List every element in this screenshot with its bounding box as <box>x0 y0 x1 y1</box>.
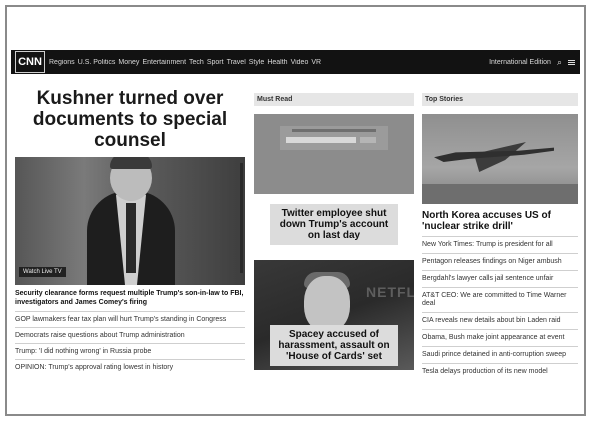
nav-links: Regions U.S. Politics Money Entertainmen… <box>49 59 379 66</box>
list-item[interactable]: Bergdahl's lawyer calls jail sentence un… <box>422 270 578 287</box>
search-icon[interactable]: ⌕ <box>557 57 562 68</box>
section-label: Top Stories <box>422 93 578 106</box>
section-label: Must Read <box>254 93 414 106</box>
plane-image[interactable] <box>422 114 578 204</box>
lead-caption[interactable]: Security clearance forms request multipl… <box>15 289 245 307</box>
nav-link[interactable]: Tech <box>189 59 204 66</box>
story-headline[interactable]: Spacey accused of harassment, assault on… <box>270 325 398 366</box>
list-item[interactable]: Obama, Bush make joint appearance at eve… <box>422 329 578 346</box>
netflix-logo: NETFLIX <box>366 284 414 300</box>
nav-link[interactable]: Health <box>267 59 287 66</box>
top-nav: CNN Regions U.S. Politics Money Entertai… <box>11 50 580 74</box>
top-story-headline[interactable]: North Korea accuses US of 'nuclear strik… <box>422 210 578 232</box>
story-card-twitter[interactable]: Twitter employee shut down Trump's accou… <box>254 114 414 245</box>
top-stories-column: Top Stories North Korea accuses US of 'n… <box>422 93 578 380</box>
menu-icon[interactable] <box>568 59 575 65</box>
list-item[interactable]: Trump: 'I did nothing wrong' in Russia p… <box>15 343 245 359</box>
list-item[interactable]: AT&T CEO: We are committed to Time Warne… <box>422 287 578 312</box>
lead-headline[interactable]: Kushner turned over documents to special… <box>15 88 245 151</box>
list-item[interactable]: Democrats raise questions about Trump ad… <box>15 327 245 343</box>
list-item[interactable]: Saudi prince detained in anti-corruption… <box>422 346 578 363</box>
list-item[interactable]: GOP lawmakers fear tax plan will hurt Tr… <box>15 311 245 327</box>
live-badge[interactable]: Watch Live TV <box>19 267 66 277</box>
list-item[interactable]: New York Times: Trump is president for a… <box>422 236 578 253</box>
lead-related-list: GOP lawmakers fear tax plan will hurt Tr… <box>15 311 245 375</box>
nav-link[interactable]: Video <box>291 59 309 66</box>
twitter-image[interactable] <box>254 114 414 194</box>
nav-right: International Edition ⌕ <box>489 57 575 68</box>
nav-link[interactable]: Entertainment <box>142 59 186 66</box>
nav-link[interactable]: Money <box>118 59 139 66</box>
nav-link[interactable]: Regions <box>49 59 75 66</box>
nav-link[interactable]: Travel <box>227 59 246 66</box>
nav-link[interactable]: VR <box>311 59 321 66</box>
story-headline[interactable]: Twitter employee shut down Trump's accou… <box>270 204 398 245</box>
edition-link[interactable]: International Edition <box>489 59 551 66</box>
lead-image[interactable]: Watch Live TV <box>15 157 245 285</box>
list-item[interactable]: Tesla delays production of its new model <box>422 363 578 380</box>
list-item[interactable]: Pentagon releases findings on Niger ambu… <box>422 253 578 270</box>
list-item[interactable]: OPINION: Trump's approval rating lowest … <box>15 359 245 375</box>
list-item[interactable]: CIA reveals new details about bin Laden … <box>422 312 578 329</box>
must-read-column: Must Read Twitter employee shut down Tru… <box>254 93 414 370</box>
nav-link[interactable]: Sport <box>207 59 224 66</box>
cnn-logo[interactable]: CNN <box>15 51 45 73</box>
lead-story: Kushner turned over documents to special… <box>15 88 245 375</box>
top-stories-list: New York Times: Trump is president for a… <box>422 236 578 380</box>
nav-link[interactable]: Style <box>249 59 265 66</box>
nav-link[interactable]: U.S. Politics <box>78 59 116 66</box>
